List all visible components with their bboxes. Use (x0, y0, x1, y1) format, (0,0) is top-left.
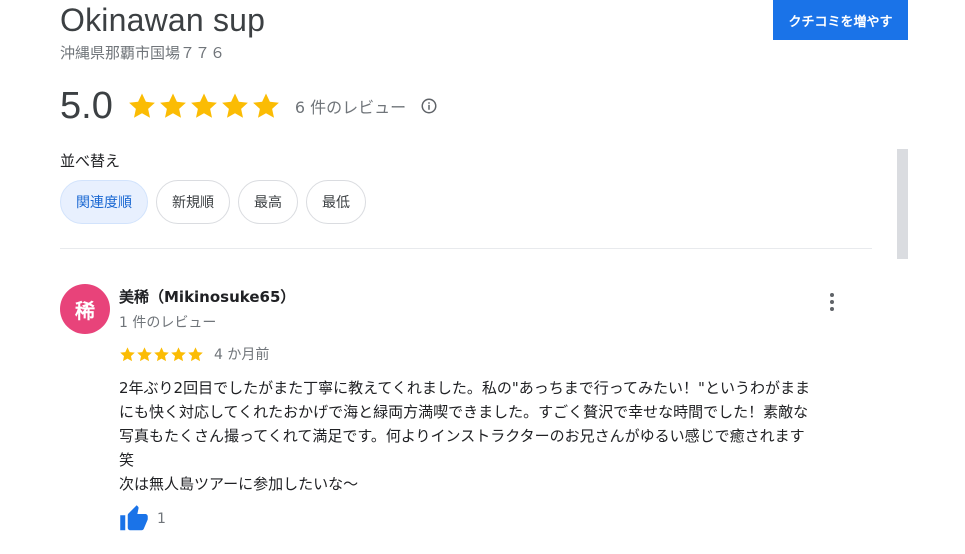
scrollbar[interactable] (897, 149, 908, 259)
star-icon (159, 93, 186, 118)
place-title: Okinawan sup (60, 2, 266, 38)
star-icon (120, 346, 135, 361)
review-stars (119, 346, 204, 363)
more-vert-icon[interactable] (820, 288, 844, 316)
info-icon[interactable] (420, 97, 438, 115)
reviewer-meta: 1 件のレビュー (119, 315, 217, 331)
review-text-line: 笑 (119, 451, 135, 469)
sort-chip-highest[interactable]: 最高 (238, 180, 298, 224)
star-icon (252, 93, 279, 118)
sort-chip-relevance[interactable]: 関連度順 (60, 180, 148, 224)
star-icon (128, 93, 155, 118)
review-text: 2年ぶり2回目でしたがまた丁寧に教えてくれました。私の"あっちまで行ってみたい！… (119, 376, 879, 496)
review-rating: 4 か月前 (119, 344, 269, 364)
like-count: 1 (157, 511, 166, 527)
review-text-line: 写真もたくさん撮ってくれて満足です。何よりインストラクターのお兄さんがゆるい感じ… (119, 427, 805, 445)
star-icon (188, 346, 203, 361)
reviewer-name[interactable]: 美稀（Mikinosuke65） (119, 286, 295, 307)
star-icon (190, 93, 217, 118)
rating-summary: 5.0 6 件のレビュー (60, 83, 438, 129)
review-text-line: 次は無人島ツアーに参加したいな〜 (119, 475, 359, 493)
place-address: 沖縄県那覇市国場７７６ (60, 44, 226, 62)
review-date: 4 か月前 (214, 347, 270, 363)
sort-chip-lowest[interactable]: 最低 (306, 180, 366, 224)
add-review-button[interactable]: クチコミを増やす (773, 0, 908, 40)
divider (60, 248, 872, 249)
star-icon (154, 346, 169, 361)
review-text-line: 2年ぶり2回目でしたがまた丁寧に教えてくれました。私の"あっちまで行ってみたい！… (119, 379, 810, 397)
review-text-line: にも快く対応してくれたおかげで海と緑両方満喫できました。すごく贅沢で幸せな時間で… (119, 403, 809, 421)
review-count: 6 件のレビュー (294, 98, 407, 117)
star-icon (221, 93, 248, 118)
rating-value: 5.0 (60, 84, 113, 127)
rating-stars (127, 91, 281, 121)
avatar[interactable]: 稀 (60, 284, 110, 334)
sort-chips: 関連度順 新規順 最高 最低 (60, 180, 366, 224)
like-row: 1 (119, 504, 166, 534)
sort-chip-newest[interactable]: 新規順 (156, 180, 230, 224)
sort-label: 並べ替え (60, 152, 121, 170)
star-icon (137, 346, 152, 361)
thumb-up-icon[interactable] (119, 504, 149, 534)
star-icon (171, 346, 186, 361)
